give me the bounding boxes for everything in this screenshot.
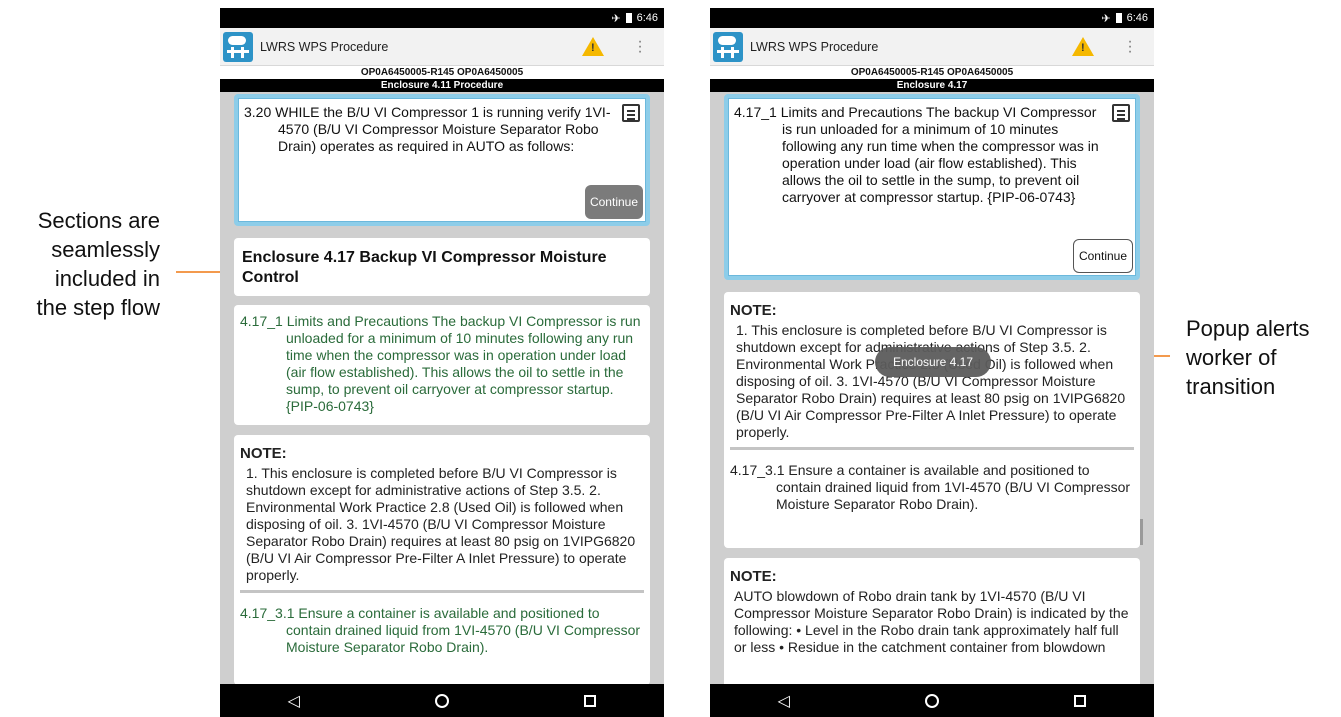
status-bar: ✈ 6:46	[220, 8, 664, 28]
phone-screen-right: ✈ 6:46 LWRS WPS Procedure ! · · · OP0A6450…	[710, 8, 1154, 717]
annotation-left-line: included in	[54, 266, 160, 291]
home-icon[interactable]	[435, 693, 450, 708]
app-logo-icon[interactable]	[223, 31, 253, 62]
document-id: OP0A6450005-R145 OP0A6450005	[710, 66, 1154, 79]
scrollbar[interactable]	[1140, 519, 1143, 545]
annotation-right-line: worker of	[1186, 345, 1277, 370]
annotation-right-line: transition	[1186, 374, 1276, 399]
recents-icon[interactable]	[584, 694, 597, 707]
note-card: NOTE: 1. This enclosure is completed bef…	[234, 435, 650, 684]
procedure-content[interactable]: 4.17_1 Limits and Precautions The backup…	[710, 92, 1154, 684]
warning-icon[interactable]: !	[582, 37, 604, 56]
annotation-right: Popup alerts worker of transition	[1186, 314, 1341, 401]
battery-icon	[625, 13, 632, 23]
battery-icon	[1115, 13, 1122, 23]
airplane-icon: ✈	[1101, 12, 1111, 25]
recents-icon[interactable]	[1074, 694, 1087, 707]
note-body: 1. This enclosure is completed before B/…	[736, 322, 1126, 440]
current-step-card[interactable]: 3.20 WHILE the B/U VI Compressor 1 is ru…	[234, 94, 650, 226]
document-icon[interactable]	[1112, 104, 1130, 122]
note-title: NOTE:	[730, 302, 777, 319]
back-icon[interactable]: ◁	[778, 691, 790, 711]
app-bar: LWRS WPS Procedure ! · · ·	[710, 28, 1154, 66]
phone-screen-left: ✈ 6:46 LWRS WPS Procedure ! · · · OP0A6450…	[220, 8, 664, 717]
note-title: NOTE:	[730, 568, 777, 585]
clock: 6:46	[1126, 12, 1148, 24]
navigation-bar: ◁	[710, 684, 1154, 717]
enclosure-heading: Enclosure 4.17 Backup VI Compressor Mois…	[234, 238, 650, 296]
current-step-card[interactable]: 4.17_1 Limits and Precautions The backup…	[724, 94, 1140, 280]
airplane-icon: ✈	[611, 12, 621, 25]
step-body: WHILE the B/U VI Compressor 1 is running…	[275, 104, 611, 154]
document-icon[interactable]	[622, 104, 640, 122]
transition-toast: Enclosure 4.17	[875, 347, 991, 377]
substep-text[interactable]: 4.17_3.1 Ensure a container is available…	[724, 450, 1140, 521]
annotation-left-arrow	[176, 271, 224, 273]
clock: 6:46	[636, 12, 658, 24]
step-text: 3.20 WHILE the B/U VI Compressor 1 is ru…	[238, 98, 646, 155]
limits-precautions-step[interactable]: 4.17_1 Limits and Precautions The backup…	[234, 305, 650, 425]
annotation-left-line: seamlessly	[51, 237, 160, 262]
continue-button[interactable]: Continue	[585, 185, 643, 219]
navigation-bar: ◁	[220, 684, 664, 717]
app-logo-icon[interactable]	[713, 31, 743, 62]
step-number: 3.20	[244, 104, 272, 120]
note-body: 1. This enclosure is completed before B/…	[246, 465, 636, 583]
overflow-menu-icon[interactable]: · · ·	[1127, 34, 1133, 60]
status-bar: ✈ 6:46	[710, 8, 1154, 28]
note-body: AUTO blowdown of Robo drain tank by 1VI-…	[734, 588, 1129, 655]
note-title: NOTE:	[240, 445, 287, 462]
section-title: Enclosure 4.17	[710, 79, 1154, 92]
step-body: 4.17_1 Limits and Precautions The backup…	[734, 104, 1099, 205]
overflow-menu-icon[interactable]: · · ·	[637, 34, 643, 60]
annotation-left: Sections are seamlessly included in the …	[0, 206, 160, 322]
note-card-2: NOTE: AUTO blowdown of Robo drain tank b…	[724, 558, 1140, 684]
note-card: NOTE: 1. This enclosure is completed bef…	[724, 292, 1140, 548]
app-title: LWRS WPS Procedure	[260, 39, 389, 54]
annotation-right-line: Popup alerts	[1186, 316, 1310, 341]
continue-button[interactable]: Continue	[1073, 239, 1133, 273]
figure: Sections are seamlessly included in the …	[0, 0, 1341, 717]
document-id: OP0A6450005-R145 OP0A6450005	[220, 66, 664, 79]
warning-icon[interactable]: !	[1072, 37, 1094, 56]
section-title: Enclosure 4.11 Procedure	[220, 79, 664, 92]
annotation-left-line: Sections are	[37, 208, 160, 233]
step-text: 4.17_1 Limits and Precautions The backup…	[728, 98, 1136, 206]
substep-text[interactable]: 4.17_3.1 Ensure a container is available…	[234, 593, 650, 664]
home-icon[interactable]	[925, 693, 940, 708]
back-icon[interactable]: ◁	[288, 691, 300, 711]
app-title: LWRS WPS Procedure	[750, 39, 879, 54]
app-bar: LWRS WPS Procedure ! · · ·	[220, 28, 664, 66]
annotation-left-line: the step flow	[36, 295, 160, 320]
procedure-content[interactable]: 3.20 WHILE the B/U VI Compressor 1 is ru…	[220, 92, 664, 684]
